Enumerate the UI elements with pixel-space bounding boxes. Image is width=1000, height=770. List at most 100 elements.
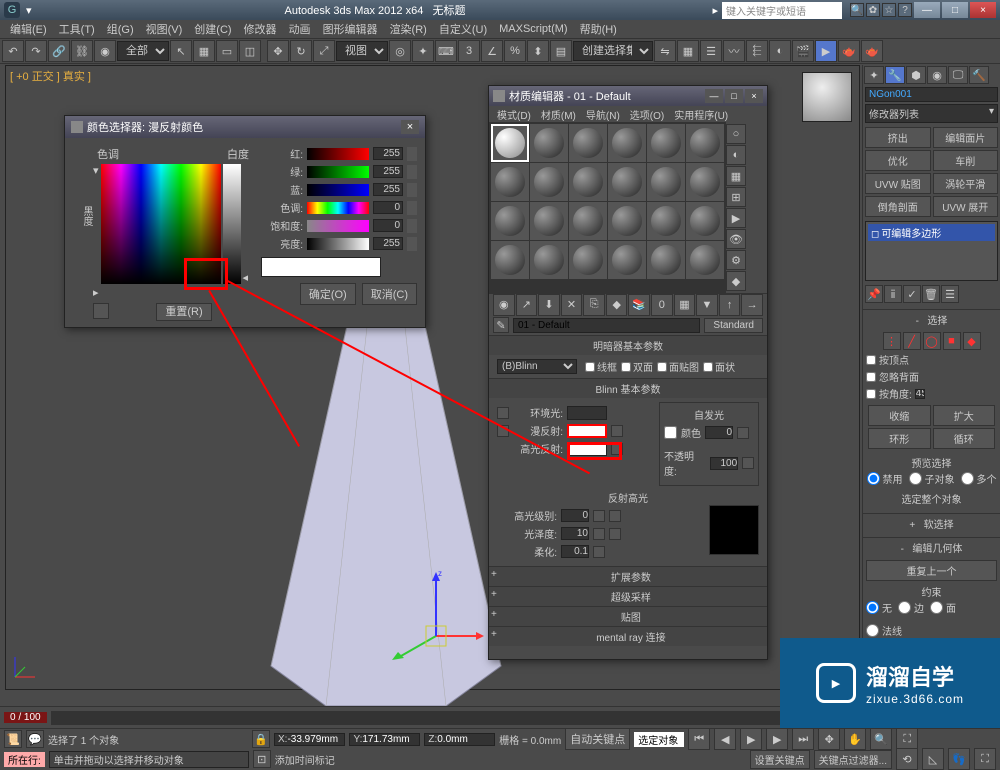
goto-start-icon[interactable]: ⏮ [688,728,710,750]
color-picker-titlebar[interactable]: 颜色选择器: 漫反射颜色 × [65,116,425,138]
help-icon[interactable]: ? [898,3,912,17]
me-menu-material[interactable]: 材质(M) [537,107,580,122]
viewport-label[interactable]: [ +0 正交 ] 真实 ] [10,68,91,84]
supersampling-header[interactable]: +超级采样 [489,587,767,606]
ambient-lock-icon[interactable] [497,407,509,419]
close-button[interactable]: × [745,89,763,103]
object-name-input[interactable]: NGon001 [865,87,998,102]
material-slot[interactable] [569,124,607,162]
vertex-subobj-icon[interactable]: ⋮ [883,332,901,350]
material-slot[interactable] [530,124,568,162]
grow-button[interactable]: 扩大 [933,405,996,426]
material-slot[interactable] [491,241,529,279]
go-parent-icon[interactable]: ↑ [719,294,741,316]
mirror-icon[interactable]: ⇋ [654,40,676,62]
material-slot[interactable] [491,202,529,240]
backlight-icon[interactable]: ◐ [726,145,746,165]
pan-icon[interactable]: ✋ [844,728,866,750]
menu-edit[interactable]: 编辑(E) [4,19,53,39]
utilities-tab-icon[interactable]: 🔨 [969,66,989,84]
options-icon[interactable]: ⚙ [726,250,746,270]
optimize-button[interactable]: 优化 [865,150,931,171]
me-menu-utilities[interactable]: 实用程序(U) [670,107,732,122]
two-sided-checkbox[interactable]: 双面 [621,359,653,374]
face-radio[interactable]: 面 [930,600,956,615]
blue-input[interactable] [373,183,403,196]
menu-animation[interactable]: 动画 [283,19,317,39]
val-input[interactable] [373,237,403,250]
reset-map-icon[interactable]: ✕ [561,294,583,316]
edge-radio[interactable]: 边 [898,600,924,615]
minimize-button[interactable]: — [914,2,940,18]
maximize-button[interactable]: □ [725,89,743,103]
z-input[interactable] [437,734,491,745]
sat-input[interactable] [373,219,403,232]
material-slot[interactable] [647,241,685,279]
show-end-icon[interactable]: ⅱ [884,285,902,303]
menu-rendering[interactable]: 渲染(R) [384,19,433,39]
by-vertex-checkbox[interactable]: 按顶点 [866,352,997,367]
put-to-scene-icon[interactable]: ↗ [516,294,538,316]
softsel-rollout-header[interactable]: + 软选择 [863,514,1000,533]
spinner-icon[interactable] [407,201,417,215]
map-button[interactable] [611,425,623,437]
menu-maxscript[interactable]: MAXScript(M) [493,21,573,37]
spinner-icon[interactable] [737,427,749,439]
menu-views[interactable]: 视图(V) [140,19,189,39]
goto-end-icon[interactable]: ⏭ [792,728,814,750]
add-time-tag[interactable]: 添加时间标记 [275,752,746,767]
material-slot[interactable] [647,163,685,201]
spinner-icon[interactable] [407,147,417,161]
shader-select[interactable]: (B)Blinn [497,359,577,374]
hue-input[interactable] [373,201,403,214]
border-subobj-icon[interactable]: ◯ [923,332,941,350]
extended-params-header[interactable]: +扩展参数 [489,567,767,586]
percent-snap-icon[interactable]: % [504,40,526,62]
cancel-button[interactable]: 取消(C) [362,283,417,305]
blinn-params-header[interactable]: Blinn 基本参数 [489,379,767,398]
show-end-icon[interactable]: ▼ [696,294,718,316]
material-slot[interactable] [530,163,568,201]
select-by-mat-icon[interactable]: ◆ [726,271,746,291]
material-preview-cube[interactable] [802,72,852,122]
time-marker[interactable]: 0 / 100 [4,712,47,723]
undo-icon[interactable]: ↶ [2,40,24,62]
make-copy-icon[interactable]: ⎘ [583,294,605,316]
menu-modifiers[interactable]: 修改器 [238,19,283,39]
viewport-nav-icon[interactable]: ✥ [818,728,840,750]
color-checkbox[interactable] [664,426,677,439]
configure-icon[interactable]: ☰ [941,285,959,303]
material-type-button[interactable]: Standard [704,318,763,333]
extrude-button[interactable]: 挤出 [865,127,931,148]
ok-button[interactable]: 确定(O) [300,283,356,305]
put-to-lib-icon[interactable]: 📚 [628,294,650,316]
red-slider[interactable] [307,148,369,160]
ignore-backfacing-checkbox[interactable]: 忽略背面 [866,369,997,384]
material-slot[interactable] [569,241,607,279]
exchange-icon[interactable]: ☆ [882,3,896,17]
multi-radio[interactable]: 多个 [961,471,997,486]
maps-header[interactable]: +贴图 [489,607,767,626]
selection-rollout-header[interactable]: - 选择 [863,310,1000,329]
walk-icon[interactable]: 👣 [948,748,970,770]
scale-icon[interactable]: ⤢ [313,40,335,62]
align-icon[interactable]: ▦ [677,40,699,62]
x-input[interactable] [287,734,341,745]
pick-material-icon[interactable]: ✎ [493,317,509,333]
keyfilter-button[interactable]: 关键点过滤器... [814,750,892,769]
material-slot[interactable] [569,202,607,240]
spinner-icon[interactable] [593,510,605,522]
material-editor-icon[interactable]: ◐ [769,40,791,62]
sample-type-icon[interactable]: ○ [726,124,746,144]
disable-radio[interactable]: 禁用 [867,471,903,486]
spinner-icon[interactable] [593,528,605,540]
red-input[interactable] [373,147,403,160]
material-slot[interactable] [686,202,724,240]
help-search-input[interactable]: 键入关键字或短语 [722,2,842,19]
named-selection-set-select[interactable]: 创建选择集 [573,41,653,61]
listener-icon[interactable]: 💬 [26,730,44,748]
bevel-button[interactable]: 倒角剖面 [865,196,931,217]
edit-named-sel-icon[interactable]: ▤ [550,40,572,62]
spinner-icon[interactable] [593,546,605,558]
selfillum-input[interactable] [705,426,733,439]
